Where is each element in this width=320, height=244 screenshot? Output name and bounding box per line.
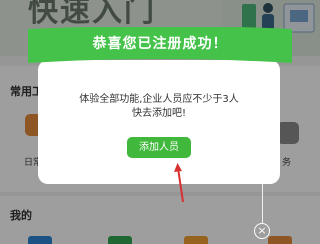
dialog-message-line2: 快去添加吧! xyxy=(131,108,186,119)
add-member-button[interactable]: 添加人员 xyxy=(127,137,191,158)
close-icon[interactable]: × xyxy=(254,223,270,239)
red-arrow-icon xyxy=(174,163,184,203)
success-dialog xyxy=(38,60,280,184)
dialog-title: 恭喜您已注册成功！ xyxy=(92,36,228,52)
close-connector-line xyxy=(262,184,263,224)
dialog-message-line1: 体验全部功能,企业人员应不少于3人 xyxy=(79,94,239,105)
